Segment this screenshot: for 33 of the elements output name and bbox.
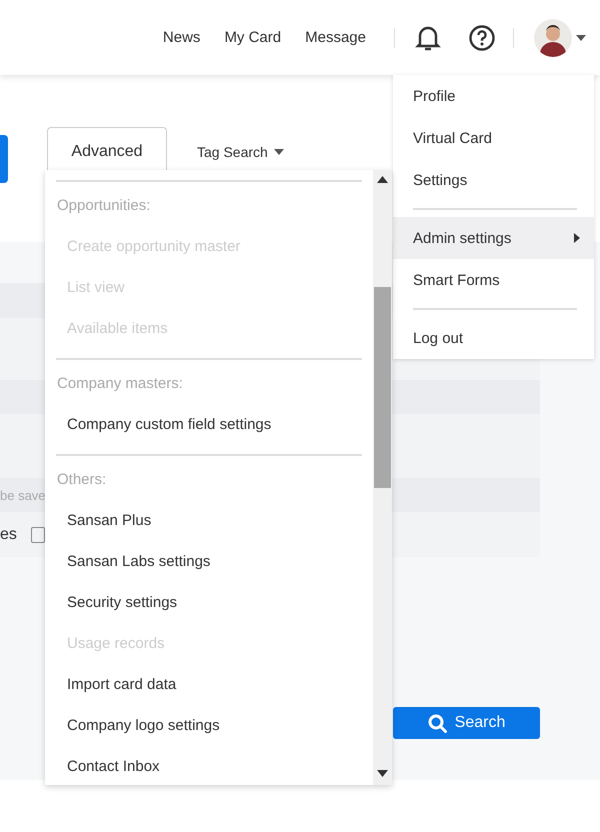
avatar[interactable] [534, 18, 572, 56]
scrollbar[interactable] [373, 170, 392, 785]
menu-item[interactable]: Security settings [45, 582, 373, 623]
menu-item[interactable]: Company custom field settings [45, 404, 373, 445]
menu-heading: Company masters: [56, 374, 184, 394]
menu-item[interactable]: Sansan Plus [45, 500, 373, 541]
caret-icon[interactable] [576, 34, 586, 40]
search-icon [428, 714, 447, 732]
help-icon[interactable] [469, 24, 495, 50]
nav-link[interactable]: My Card [224, 29, 282, 46]
menu-item[interactable]: Log out [393, 317, 594, 359]
menu-item[interactable]: Sansan Labs settings [45, 541, 373, 582]
menu-item[interactable]: Admin settings [393, 217, 594, 259]
menu-item[interactable]: Virtual Card [393, 117, 594, 159]
nav-link[interactable]: Message [305, 29, 366, 46]
menu-item[interactable]: Profile [393, 75, 594, 117]
menu-item[interactable]: Smart Forms [393, 259, 594, 301]
search-button[interactable]: Search [393, 707, 540, 739]
menu-item[interactable]: Settings [393, 159, 594, 201]
scroll-up-icon[interactable] [377, 176, 388, 183]
menu-item[interactable]: Contact Inbox [45, 746, 373, 785]
menu-item[interactable]: Import card data [45, 664, 373, 705]
caret-icon [274, 149, 284, 155]
option-label: es [0, 526, 17, 544]
menu-item[interactable]: Company logo settings [45, 705, 373, 746]
menu-heading: Others: [56, 470, 108, 490]
tab[interactable]: Advanced [47, 127, 167, 170]
scroll-down-icon[interactable] [377, 770, 388, 777]
submenu-arrow-icon [574, 233, 580, 243]
menu-heading: Opportunities: [56, 196, 152, 216]
hint-text: be save [0, 488, 46, 502]
nav-link[interactable]: News [162, 29, 200, 46]
scrollbar-thumb[interactable] [374, 287, 391, 488]
